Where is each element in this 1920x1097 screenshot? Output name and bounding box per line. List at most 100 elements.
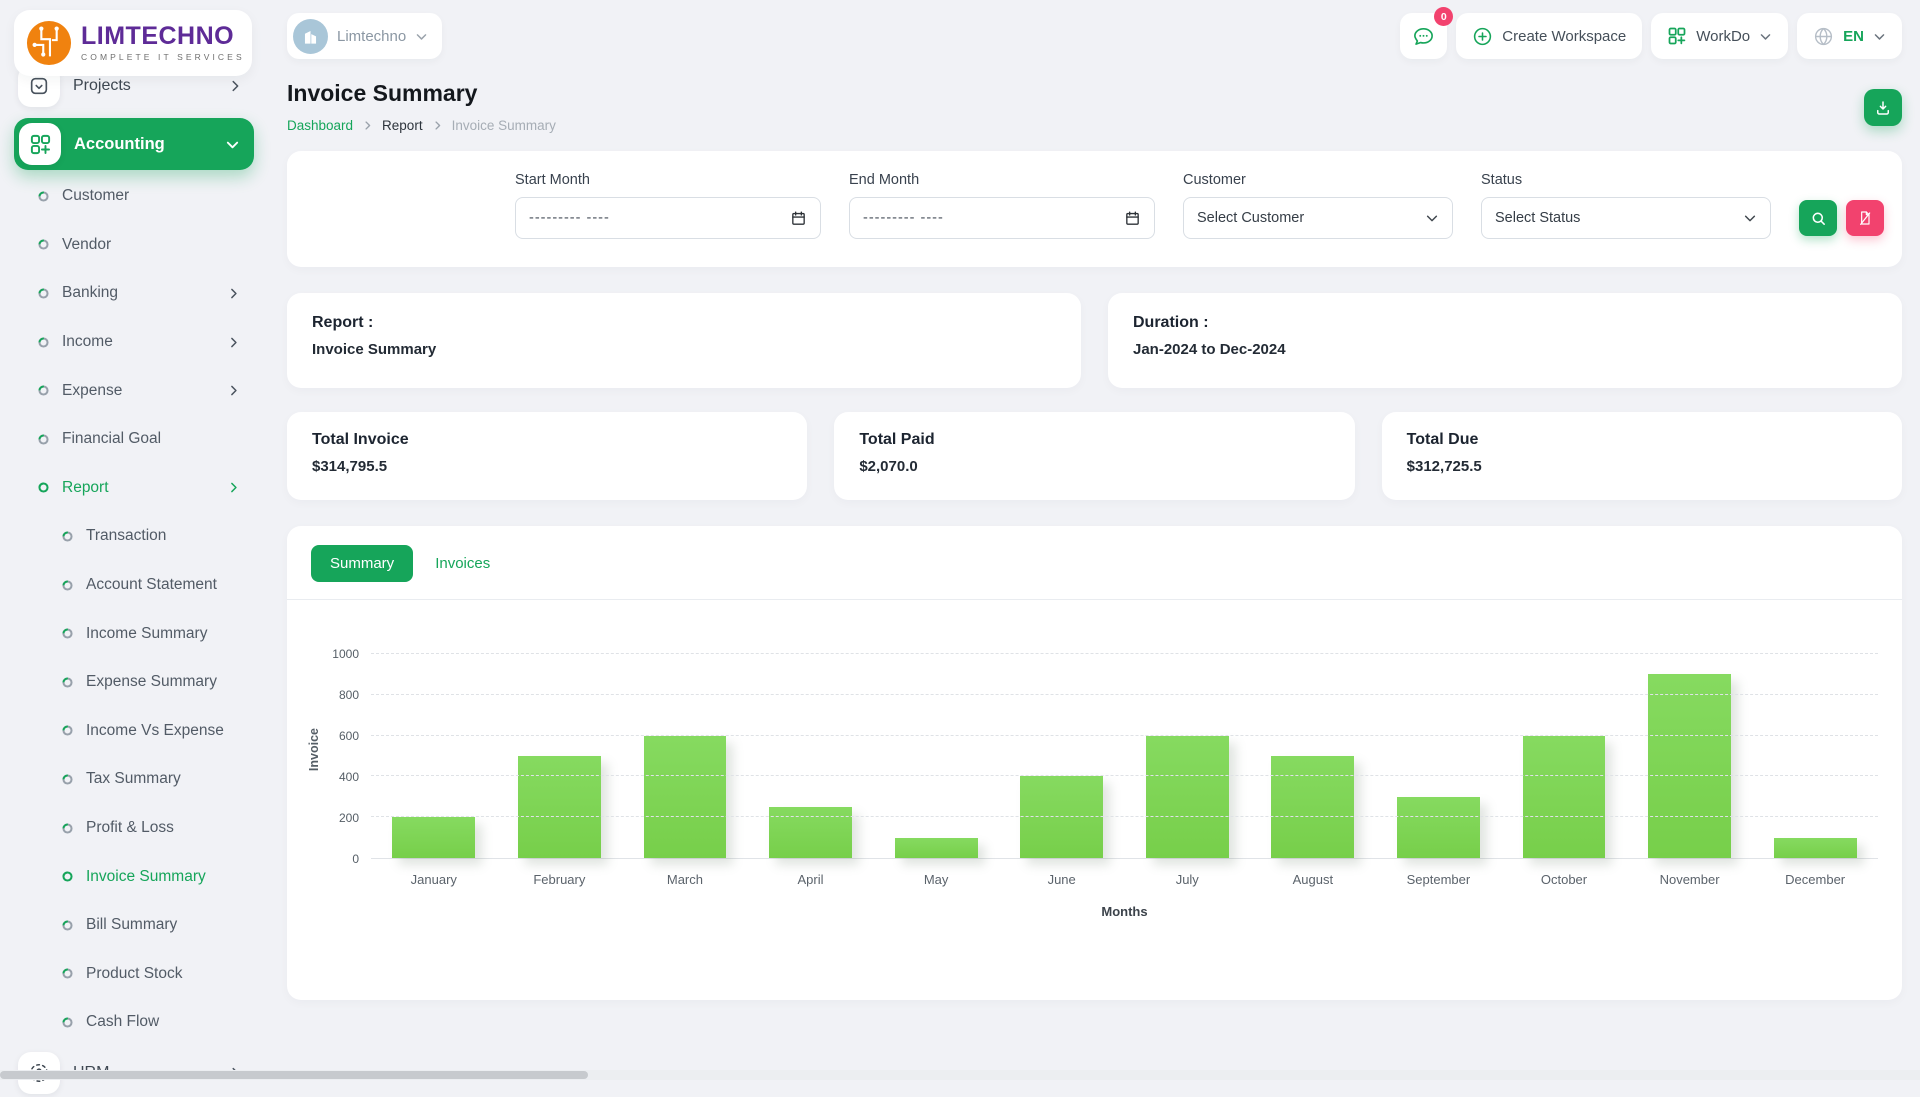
workspace-selector[interactable]: Limtechno (287, 13, 443, 59)
chevron-down-icon (1759, 30, 1772, 43)
sidebar-item-banking[interactable]: Banking (14, 269, 254, 318)
ytick-1000: 1000 (332, 647, 359, 661)
bar-slot-december (1752, 654, 1878, 858)
workspace-avatar (293, 18, 328, 54)
sidebar-item-income-vs-expense[interactable]: Income Vs Expense (14, 707, 254, 756)
plus-circle-icon (1472, 26, 1493, 47)
sidebar-item-product-stock[interactable]: Product Stock (14, 950, 254, 999)
bar-december[interactable] (1773, 837, 1857, 858)
bar-october[interactable] (1522, 735, 1606, 858)
sidebar-item-label: Tax Summary (86, 770, 181, 788)
total-value: $2,070.0 (859, 458, 918, 475)
total-card-total-due: Total Due $312,725.5 (1381, 412, 1902, 500)
bar-november[interactable] (1648, 674, 1731, 858)
topbar-actions: 0 Create Workspace WorkDo EN (1400, 7, 1902, 59)
sidebar-item-label: Expense Summary (86, 673, 217, 691)
sidebar-item-expense-summary[interactable]: Expense Summary (14, 658, 254, 707)
download-icon (1877, 100, 1889, 115)
xlabel-june: June (1047, 872, 1076, 887)
tab-invoices[interactable]: Invoices (425, 545, 500, 582)
totals-row: Total Invoice $314,795.5 Total Paid $2,0… (287, 412, 1902, 500)
sidebar-item-bill-summary[interactable]: Bill Summary (14, 901, 254, 950)
chevron-down-icon (225, 137, 240, 152)
bar-march[interactable] (643, 735, 727, 858)
sidebar-item-tax-summary[interactable]: Tax Summary (14, 755, 254, 804)
create-workspace-button[interactable]: Create Workspace (1456, 13, 1643, 59)
scrollbar-thumb[interactable] (0, 1071, 588, 1079)
messages-button[interactable]: 0 (1400, 7, 1454, 59)
file-slash-icon (1860, 211, 1871, 225)
filter-card: Start Month --------- ---- End Month ---… (287, 151, 1902, 267)
horizontal-scrollbar[interactable] (0, 1070, 1920, 1080)
sidebar-item-customer[interactable]: Customer (14, 172, 254, 221)
chevron-down-icon (415, 30, 428, 43)
brand-name: LIMTECHNO (81, 22, 235, 50)
customer-select[interactable]: Select Customer (1183, 197, 1453, 239)
bullet-ring-icon (62, 920, 73, 931)
report-submenu: Transaction Account Statement Income Sum… (14, 512, 254, 1047)
language-selector[interactable]: EN (1797, 13, 1902, 59)
sidebar-item-income-summary[interactable]: Income Summary (14, 609, 254, 658)
breadcrumb-report[interactable]: Report (382, 118, 423, 133)
bar-february[interactable] (517, 756, 601, 858)
breadcrumb: Dashboard Report Invoice Summary (287, 118, 556, 133)
tab-summary[interactable]: Summary (311, 545, 414, 582)
workdo-menu-button[interactable]: WorkDo (1651, 13, 1789, 59)
sidebar-item-transaction[interactable]: Transaction (14, 512, 254, 561)
ytick-200: 200 (338, 811, 359, 825)
grid-plus-icon (1667, 26, 1687, 46)
bar-august[interactable] (1271, 756, 1355, 858)
sidebar-item-label: Bill Summary (86, 916, 178, 934)
bullet-ring-icon (62, 774, 73, 785)
calendar-icon[interactable] (1124, 210, 1141, 227)
sidebar-item-profit-loss[interactable]: Profit & Loss (14, 804, 254, 853)
breadcrumb-dashboard[interactable]: Dashboard (287, 118, 353, 133)
reset-filter-button[interactable] (1846, 200, 1884, 236)
start-month-input[interactable]: --------- ---- (515, 197, 821, 239)
total-value: $312,725.5 (1406, 458, 1482, 475)
bar-june[interactable] (1020, 776, 1104, 858)
status-select[interactable]: Select Status (1481, 197, 1771, 239)
bar-slot-october (1501, 654, 1627, 858)
bar-april[interactable] (769, 807, 852, 858)
sidebar-item-income[interactable]: Income (14, 318, 254, 367)
calendar-icon[interactable] (790, 210, 807, 227)
sidebar-item-label: Transaction (86, 527, 167, 545)
sidebar-item-report[interactable]: Report (14, 464, 254, 513)
total-card-total-invoice: Total Invoice $314,795.5 (287, 412, 808, 500)
bullet-ring-icon (62, 531, 73, 542)
bar-slot-august (1250, 654, 1376, 858)
sidebar-item-financial-goal[interactable]: Financial Goal (14, 415, 254, 464)
bullet-ring-icon (62, 580, 73, 591)
bar-slot-january (371, 654, 497, 858)
sidebar-item-label: Report (62, 478, 109, 496)
bullet-ring-icon (38, 239, 49, 250)
sidebar: LIMTECHNO COMPLETE IT SERVICES Projects (0, 0, 266, 1094)
language-label: EN (1843, 27, 1864, 45)
sidebar-item-label: Profit & Loss (86, 819, 174, 837)
bar-may[interactable] (894, 837, 978, 858)
bar-january[interactable] (392, 817, 476, 858)
total-label: Total Invoice (312, 431, 409, 448)
search-icon (1812, 212, 1825, 225)
customer-label: Customer (1183, 172, 1246, 188)
search-button[interactable] (1799, 200, 1837, 236)
sidebar-item-cash-flow[interactable]: Cash Flow (14, 998, 254, 1047)
ytick-0: 0 (352, 852, 359, 866)
sidebar-item-label: Expense (62, 381, 123, 399)
bar-september[interactable] (1396, 796, 1480, 858)
end-month-input[interactable]: --------- ---- (849, 197, 1155, 239)
main-content: Limtechno 0 Create Workspace WorkDo EN I… (266, 0, 1920, 1080)
download-button[interactable] (1864, 89, 1902, 126)
sidebar-item-account-statement[interactable]: Account Statement (14, 561, 254, 610)
report-info-row: Report : Invoice Summary Duration : Jan-… (287, 293, 1902, 388)
sidebar-item-vendor[interactable]: Vendor (14, 221, 254, 270)
bar-slot-june (999, 654, 1125, 858)
sidebar-item-invoice-summary[interactable]: Invoice Summary (14, 852, 254, 901)
bullet-ring-icon (38, 191, 49, 202)
sidebar-item-accounting[interactable]: Accounting (14, 118, 254, 170)
sidebar-item-expense[interactable]: Expense (14, 366, 254, 415)
bar-july[interactable] (1145, 735, 1229, 858)
breadcrumb-current: Invoice Summary (451, 118, 556, 133)
messages-badge: 0 (1434, 7, 1454, 26)
